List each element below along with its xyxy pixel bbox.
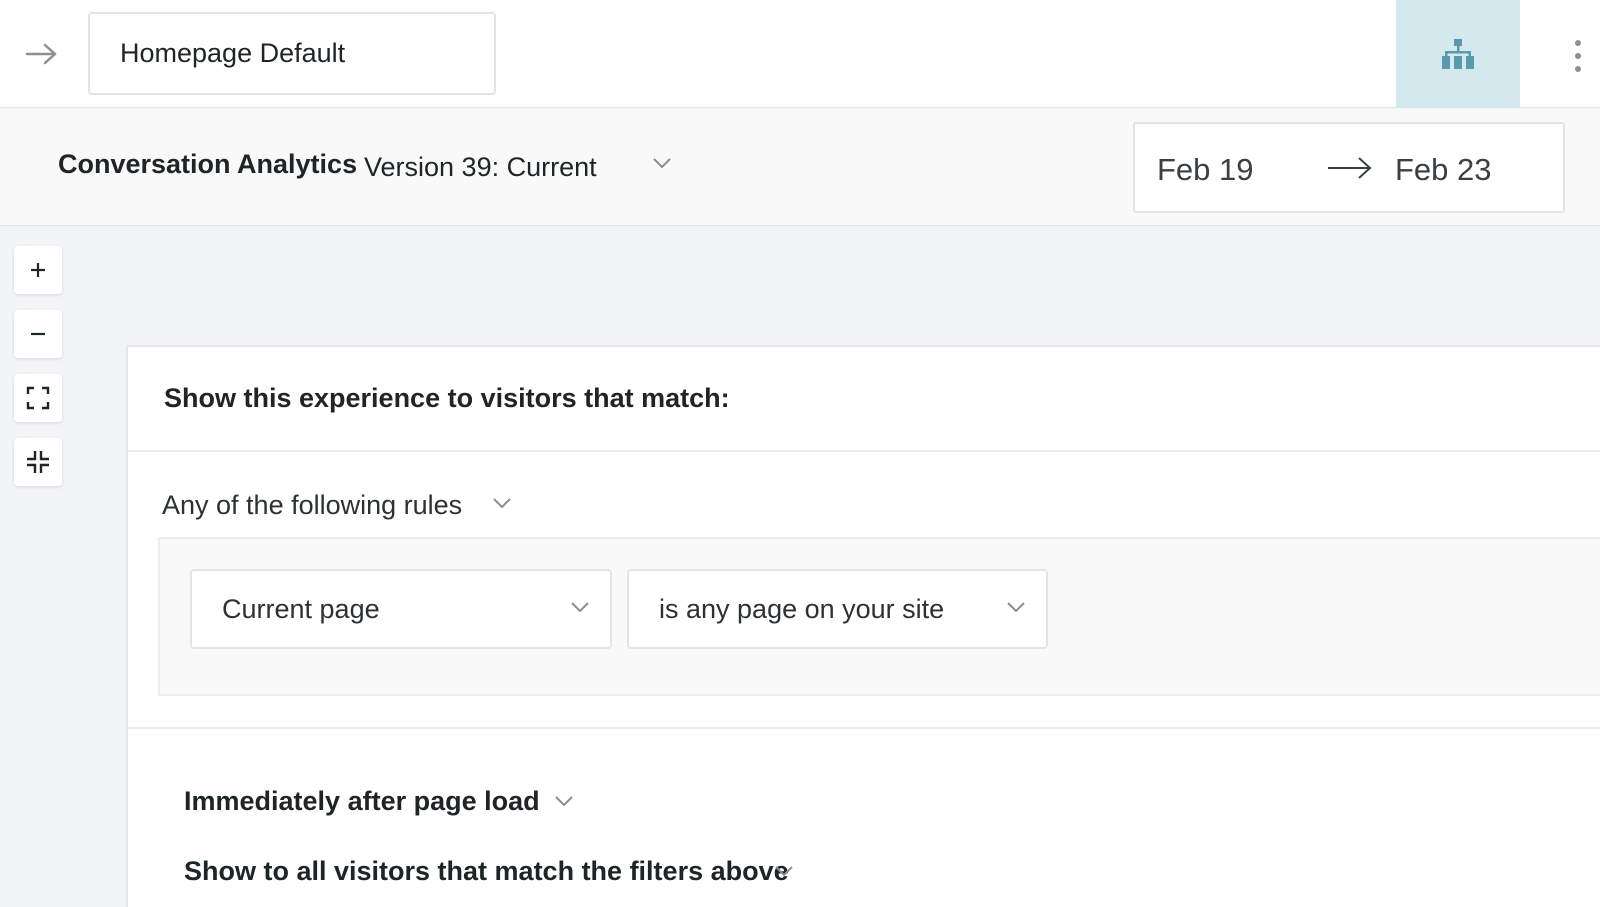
top-bar <box>0 0 1600 108</box>
collapse-view-button[interactable] <box>14 438 62 486</box>
more-options-button[interactable] <box>1560 30 1596 82</box>
zoom-out-button[interactable] <box>14 310 62 358</box>
collapse-icon <box>27 451 49 473</box>
match-mode-label: Any of the following rules <box>162 489 463 520</box>
fit-to-screen-button[interactable] <box>14 374 62 422</box>
date-end: Feb 23 <box>1395 152 1492 187</box>
rule-condition-label: is any page on your site <box>659 593 945 624</box>
expand-icon <box>26 386 50 410</box>
version-label: Version 39: Current <box>364 151 597 182</box>
date-range-picker[interactable]: Feb 19 Feb 23 <box>1133 122 1565 213</box>
analytics-title: Conversation Analytics <box>58 149 358 179</box>
plus-icon <box>31 263 45 277</box>
version-dropdown[interactable]: Version 39: Current <box>364 145 684 189</box>
rule-condition-dropdown[interactable]: is any page on your site <box>627 569 1048 649</box>
timing-label: Immediately after page load <box>184 785 540 816</box>
kebab-icon <box>1575 40 1581 72</box>
experience-name-input[interactable] <box>88 12 496 95</box>
audience-dropdown[interactable]: Show to all visitors that match the filt… <box>184 851 824 891</box>
sitemap-view-button[interactable] <box>1396 0 1520 108</box>
audience-label: Show to all visitors that match the filt… <box>184 855 789 886</box>
targeting-panel: Show this experience to visitors that ma… <box>126 345 1600 907</box>
rule-attribute-label: Current page <box>222 593 380 624</box>
timing-dropdown[interactable]: Immediately after page load <box>184 781 604 821</box>
panel-heading: Show this experience to visitors that ma… <box>164 383 730 413</box>
zoom-in-button[interactable] <box>14 246 62 294</box>
chevron-down-icon <box>775 866 793 877</box>
arrow-right-icon <box>1328 157 1372 179</box>
arrow-right-icon <box>25 43 57 65</box>
chevron-down-icon <box>493 498 511 509</box>
divider <box>128 450 1600 452</box>
rule-attribute-dropdown[interactable]: Current page <box>190 569 612 649</box>
divider <box>128 727 1600 729</box>
minus-icon <box>31 332 45 336</box>
match-mode-dropdown[interactable]: Any of the following rules <box>162 485 522 525</box>
back-button[interactable] <box>20 34 64 74</box>
rule-row: Current page is any page on your site <box>158 537 1600 696</box>
analytics-bar: Conversation Analytics Version 39: Curre… <box>0 109 1600 226</box>
sitemap-icon <box>1442 39 1474 69</box>
chevron-down-icon <box>555 796 573 807</box>
date-start: Feb 19 <box>1157 152 1254 187</box>
chevron-down-icon <box>1007 602 1025 613</box>
chevron-down-icon <box>653 158 671 169</box>
chevron-down-icon <box>571 602 589 613</box>
